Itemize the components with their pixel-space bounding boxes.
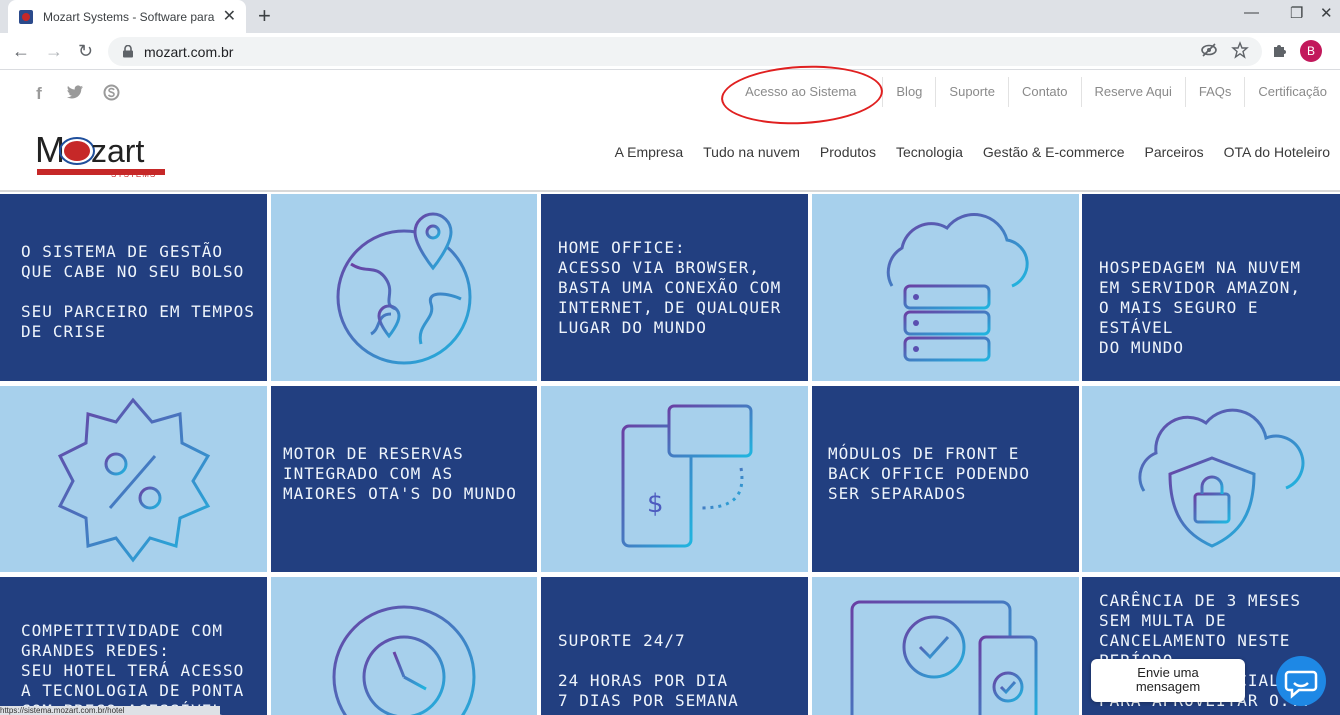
reload-icon[interactable]: ↻	[78, 41, 93, 61]
tile-text: SUPORTE 24/7 24 HORAS POR DIA 7 DIAS POR…	[558, 631, 739, 710]
social-links: f	[30, 84, 120, 106]
tab-close-icon[interactable]: ✕	[223, 8, 236, 25]
tile-clock[interactable]	[271, 577, 537, 715]
feature-grid: O SISTEMA DE GESTÃO QUE CABE NO SEU BOLS…	[0, 194, 1340, 715]
chat-bubble[interactable]: Envie uma mensagem	[1091, 659, 1245, 702]
topnav-blog[interactable]: Blog	[882, 77, 935, 107]
new-tab-button[interactable]: +	[258, 4, 271, 28]
address-bar: ← → ↻ mozart.com.br	[0, 33, 1340, 70]
topnav-reserve-aqui[interactable]: Reserve Aqui	[1080, 77, 1185, 107]
chat-icon	[1284, 670, 1318, 699]
svg-text:zart: zart	[91, 133, 144, 169]
nav-ota-do-hoteleiro[interactable]: OTA do Hoteleiro	[1224, 144, 1330, 160]
tile-competitividade[interactable]: COMPETITIVIDADE COM GRANDES REDES: SEU H…	[0, 577, 267, 715]
svg-text:SYSTEMS: SYSTEMS	[111, 170, 156, 179]
nav-parceiros[interactable]: Parceiros	[1145, 144, 1204, 160]
chat-bubble-text: Envie uma mensagem	[1135, 665, 1201, 694]
browser-tab-bar: Mozart Systems - Software para Ho ✕ + — …	[0, 0, 1340, 33]
tile-text: HOSPEDAGEM NA NUVEM EM SERVIDOR AMAZON, …	[1099, 258, 1302, 357]
cloud-security-icon	[1138, 408, 1305, 548]
profile-avatar[interactable]: B	[1300, 40, 1322, 62]
tile-text: MÓDULOS DE FRONT E BACK OFFICE PODENDO S…	[828, 444, 1031, 503]
chat-button[interactable]	[1276, 656, 1326, 706]
back-icon[interactable]: ←	[12, 41, 30, 61]
facebook-icon[interactable]: f	[30, 84, 48, 106]
tile-text: O SISTEMA DE GESTÃO QUE CABE NO SEU BOLS…	[21, 242, 255, 341]
tile-text: HOME OFFICE: ACESSO VIA BROWSER, BASTA U…	[558, 238, 782, 337]
tile-cloud-server[interactable]	[812, 194, 1079, 381]
discount-badge-icon	[57, 397, 211, 563]
topnav-contato[interactable]: Contato	[1007, 77, 1081, 107]
mobile-payment-icon: $	[621, 404, 753, 548]
tile-hospedagem-amazon[interactable]: HOSPEDAGEM NA NUVEM EM SERVIDOR AMAZON, …	[1082, 194, 1340, 381]
topnav-faqs[interactable]: FAQs	[1184, 77, 1245, 107]
omnibox[interactable]: mozart.com.br	[108, 37, 1262, 66]
site-header: f Acesso ao Sistema Blog Suporte Contato…	[0, 70, 1340, 192]
tile-motor-reservas[interactable]: MOTOR DE RESERVAS INTEGRADO COM AS MAIOR…	[271, 386, 537, 572]
window-close-icon[interactable]: ✕	[1320, 4, 1333, 22]
nav-tudo-na-nuvem[interactable]: Tudo na nuvem	[703, 144, 800, 160]
eye-off-icon[interactable]	[1200, 41, 1218, 59]
tile-devices[interactable]	[812, 577, 1079, 715]
restore-icon[interactable]: ❐	[1290, 4, 1303, 22]
forward-icon[interactable]: →	[45, 41, 63, 61]
nav-produtos[interactable]: Produtos	[820, 144, 876, 160]
svg-text:$: $	[647, 489, 664, 519]
tile-suporte-24-7[interactable]: SUPORTE 24/7 24 HORAS POR DIA 7 DIAS POR…	[541, 577, 808, 715]
topnav-certificacao[interactable]: Certificação	[1244, 77, 1340, 107]
lock-icon	[123, 45, 133, 58]
tile-discount[interactable]	[0, 386, 267, 572]
cloud-server-icon	[874, 213, 1029, 362]
twitter-icon[interactable]	[66, 84, 84, 106]
bookmark-star-icon[interactable]	[1231, 41, 1249, 59]
nav-gestao-ecommerce[interactable]: Gestão & E-commerce	[983, 144, 1125, 160]
minimize-icon[interactable]: —	[1244, 4, 1259, 21]
tile-home-office[interactable]: HOME OFFICE: ACESSO VIA BROWSER, BASTA U…	[541, 194, 808, 381]
nav-a-empresa[interactable]: A Empresa	[615, 144, 683, 160]
url-text: mozart.com.br	[144, 43, 234, 60]
globe-location-icon	[336, 212, 472, 365]
tab-title: Mozart Systems - Software para Ho	[43, 9, 215, 24]
browser-tab[interactable]: Mozart Systems - Software para Ho ✕	[8, 0, 246, 33]
tile-front-back-office[interactable]: MÓDULOS DE FRONT E BACK OFFICE PODENDO S…	[812, 386, 1079, 572]
devices-check-icon	[850, 600, 1038, 715]
topnav-suporte[interactable]: Suporte	[935, 77, 1008, 107]
tile-globe[interactable]	[271, 194, 537, 381]
extensions-icon[interactable]	[1271, 41, 1289, 59]
main-nav: A Empresa Tudo na nuvem Produtos Tecnolo…	[615, 144, 1330, 160]
status-bar-url: https://sistema.mozart.com.br/hotel	[0, 706, 220, 715]
mozart-logo[interactable]: M zart SYSTEMS	[31, 114, 165, 182]
site-favicon-icon	[19, 9, 33, 24]
tile-text: COMPETITIVIDADE COM GRANDES REDES: SEU H…	[21, 621, 245, 715]
tile-text: MOTOR DE RESERVAS INTEGRADO COM AS MAIOR…	[283, 444, 517, 503]
tile-payment[interactable]: $	[541, 386, 808, 572]
clock-icon	[332, 605, 476, 715]
tile-gestao-bolso[interactable]: O SISTEMA DE GESTÃO QUE CABE NO SEU BOLS…	[0, 194, 267, 381]
tile-security[interactable]	[1082, 386, 1340, 572]
skype-icon[interactable]	[102, 84, 120, 106]
nav-tecnologia[interactable]: Tecnologia	[896, 144, 963, 160]
